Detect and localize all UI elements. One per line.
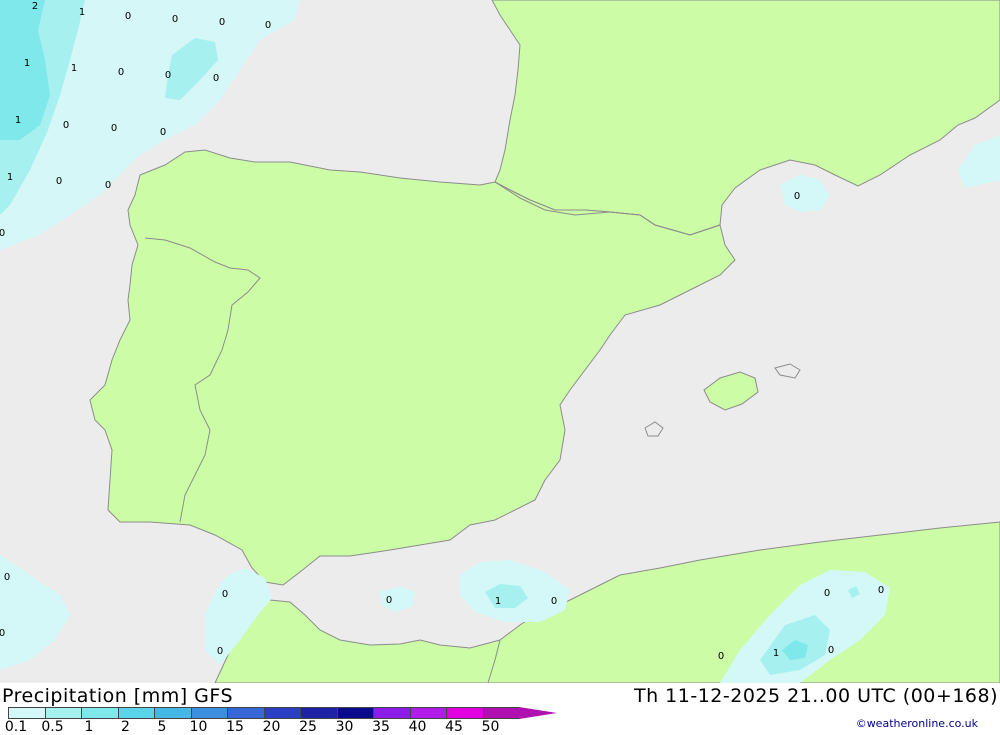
value-label: 0	[160, 127, 166, 138]
map-timestamp: Th 11-12-2025 21..00 UTC (00+168)	[633, 685, 998, 707]
color-scale-labels: 0.1 0.5 1 2 5 10 15 20 25 30 35 40 45 50	[0, 719, 560, 735]
color-scale-swatch	[8, 707, 45, 719]
color-scale-swatch	[190, 707, 227, 719]
value-label: 0	[63, 120, 69, 131]
color-scale-swatch	[81, 707, 118, 719]
value-label: 1	[24, 58, 30, 69]
value-label: 0	[0, 628, 5, 639]
value-label: 1	[7, 172, 13, 183]
value-label: 0	[219, 17, 225, 28]
value-label: 1	[79, 7, 85, 18]
value-label: 0	[56, 176, 62, 187]
color-scale-swatch	[446, 707, 483, 719]
value-label: 0	[125, 11, 131, 22]
value-label: 1	[15, 115, 21, 126]
value-label: 0	[828, 645, 834, 656]
value-label: 0	[265, 20, 271, 31]
value-label: 0	[0, 228, 5, 239]
color-scale-swatch	[336, 707, 373, 719]
value-label: 2	[32, 1, 38, 12]
value-label: 0	[222, 589, 228, 600]
value-label: 0	[551, 596, 557, 607]
color-scale-swatch	[373, 707, 410, 719]
value-label: 0	[878, 585, 884, 596]
value-label: 0	[213, 73, 219, 84]
color-scale-swatch	[409, 707, 446, 719]
map-title: Precipitation [mm] GFS	[2, 685, 234, 707]
color-scale	[8, 707, 557, 719]
value-label: 1	[495, 596, 501, 607]
value-label: 0	[217, 646, 223, 657]
color-scale-swatch	[263, 707, 300, 719]
color-scale-arrow	[519, 707, 557, 719]
color-scale-swatch	[227, 707, 264, 719]
value-label: 0	[824, 588, 830, 599]
color-scale-swatch	[44, 707, 81, 719]
value-label: 0	[118, 67, 124, 78]
precipitation-map: 2 1 0 0 0 0 1 1 0 0 0 1 0 0 0 1 0 0 0 0 …	[0, 0, 1000, 683]
legend-footer: Precipitation [mm] GFS Th 11-12-2025 21.…	[0, 683, 1000, 735]
color-scale-swatch	[117, 707, 154, 719]
color-scale-swatch	[154, 707, 191, 719]
credit-text[interactable]: ©weatheronline.co.uk	[856, 717, 978, 730]
color-scale-swatch	[300, 707, 337, 719]
value-label: 0	[165, 70, 171, 81]
value-label: 0	[718, 651, 724, 662]
value-label: 0	[105, 180, 111, 191]
value-label: 0	[111, 123, 117, 134]
value-label: 0	[794, 191, 800, 202]
value-label: 0	[172, 14, 178, 25]
value-label: 1	[71, 63, 77, 74]
value-label: 0	[386, 595, 392, 606]
value-label: 1	[773, 648, 779, 659]
color-scale-swatch	[482, 707, 519, 719]
value-label: 0	[4, 572, 10, 583]
